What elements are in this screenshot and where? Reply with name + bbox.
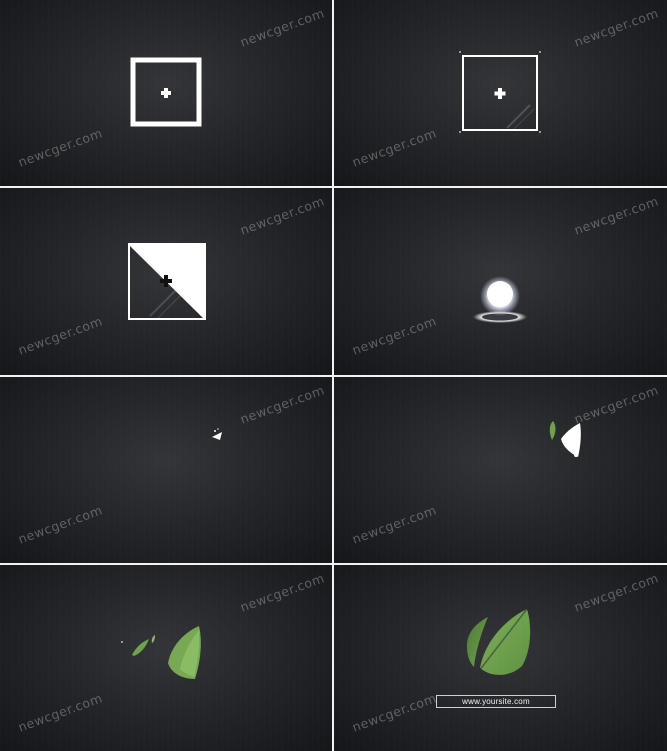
frame-8: www.yoursite.com newcger.com newcger.com (334, 565, 667, 751)
frame-6: newcger.com newcger.com (334, 377, 667, 563)
contact-sheet: newcger.com newcger.com newcger.com newc… (0, 0, 667, 751)
frame-1: newcger.com newcger.com (0, 0, 332, 186)
website-url-box: www.yoursite.com (436, 695, 556, 708)
frame-3: newcger.com newcger.com (0, 188, 332, 375)
frame-5: newcger.com newcger.com (0, 377, 332, 563)
frame-2: newcger.com newcger.com (334, 0, 667, 186)
frame-7: newcger.com newcger.com (0, 565, 332, 751)
frame-4: newcger.com newcger.com (334, 188, 667, 375)
